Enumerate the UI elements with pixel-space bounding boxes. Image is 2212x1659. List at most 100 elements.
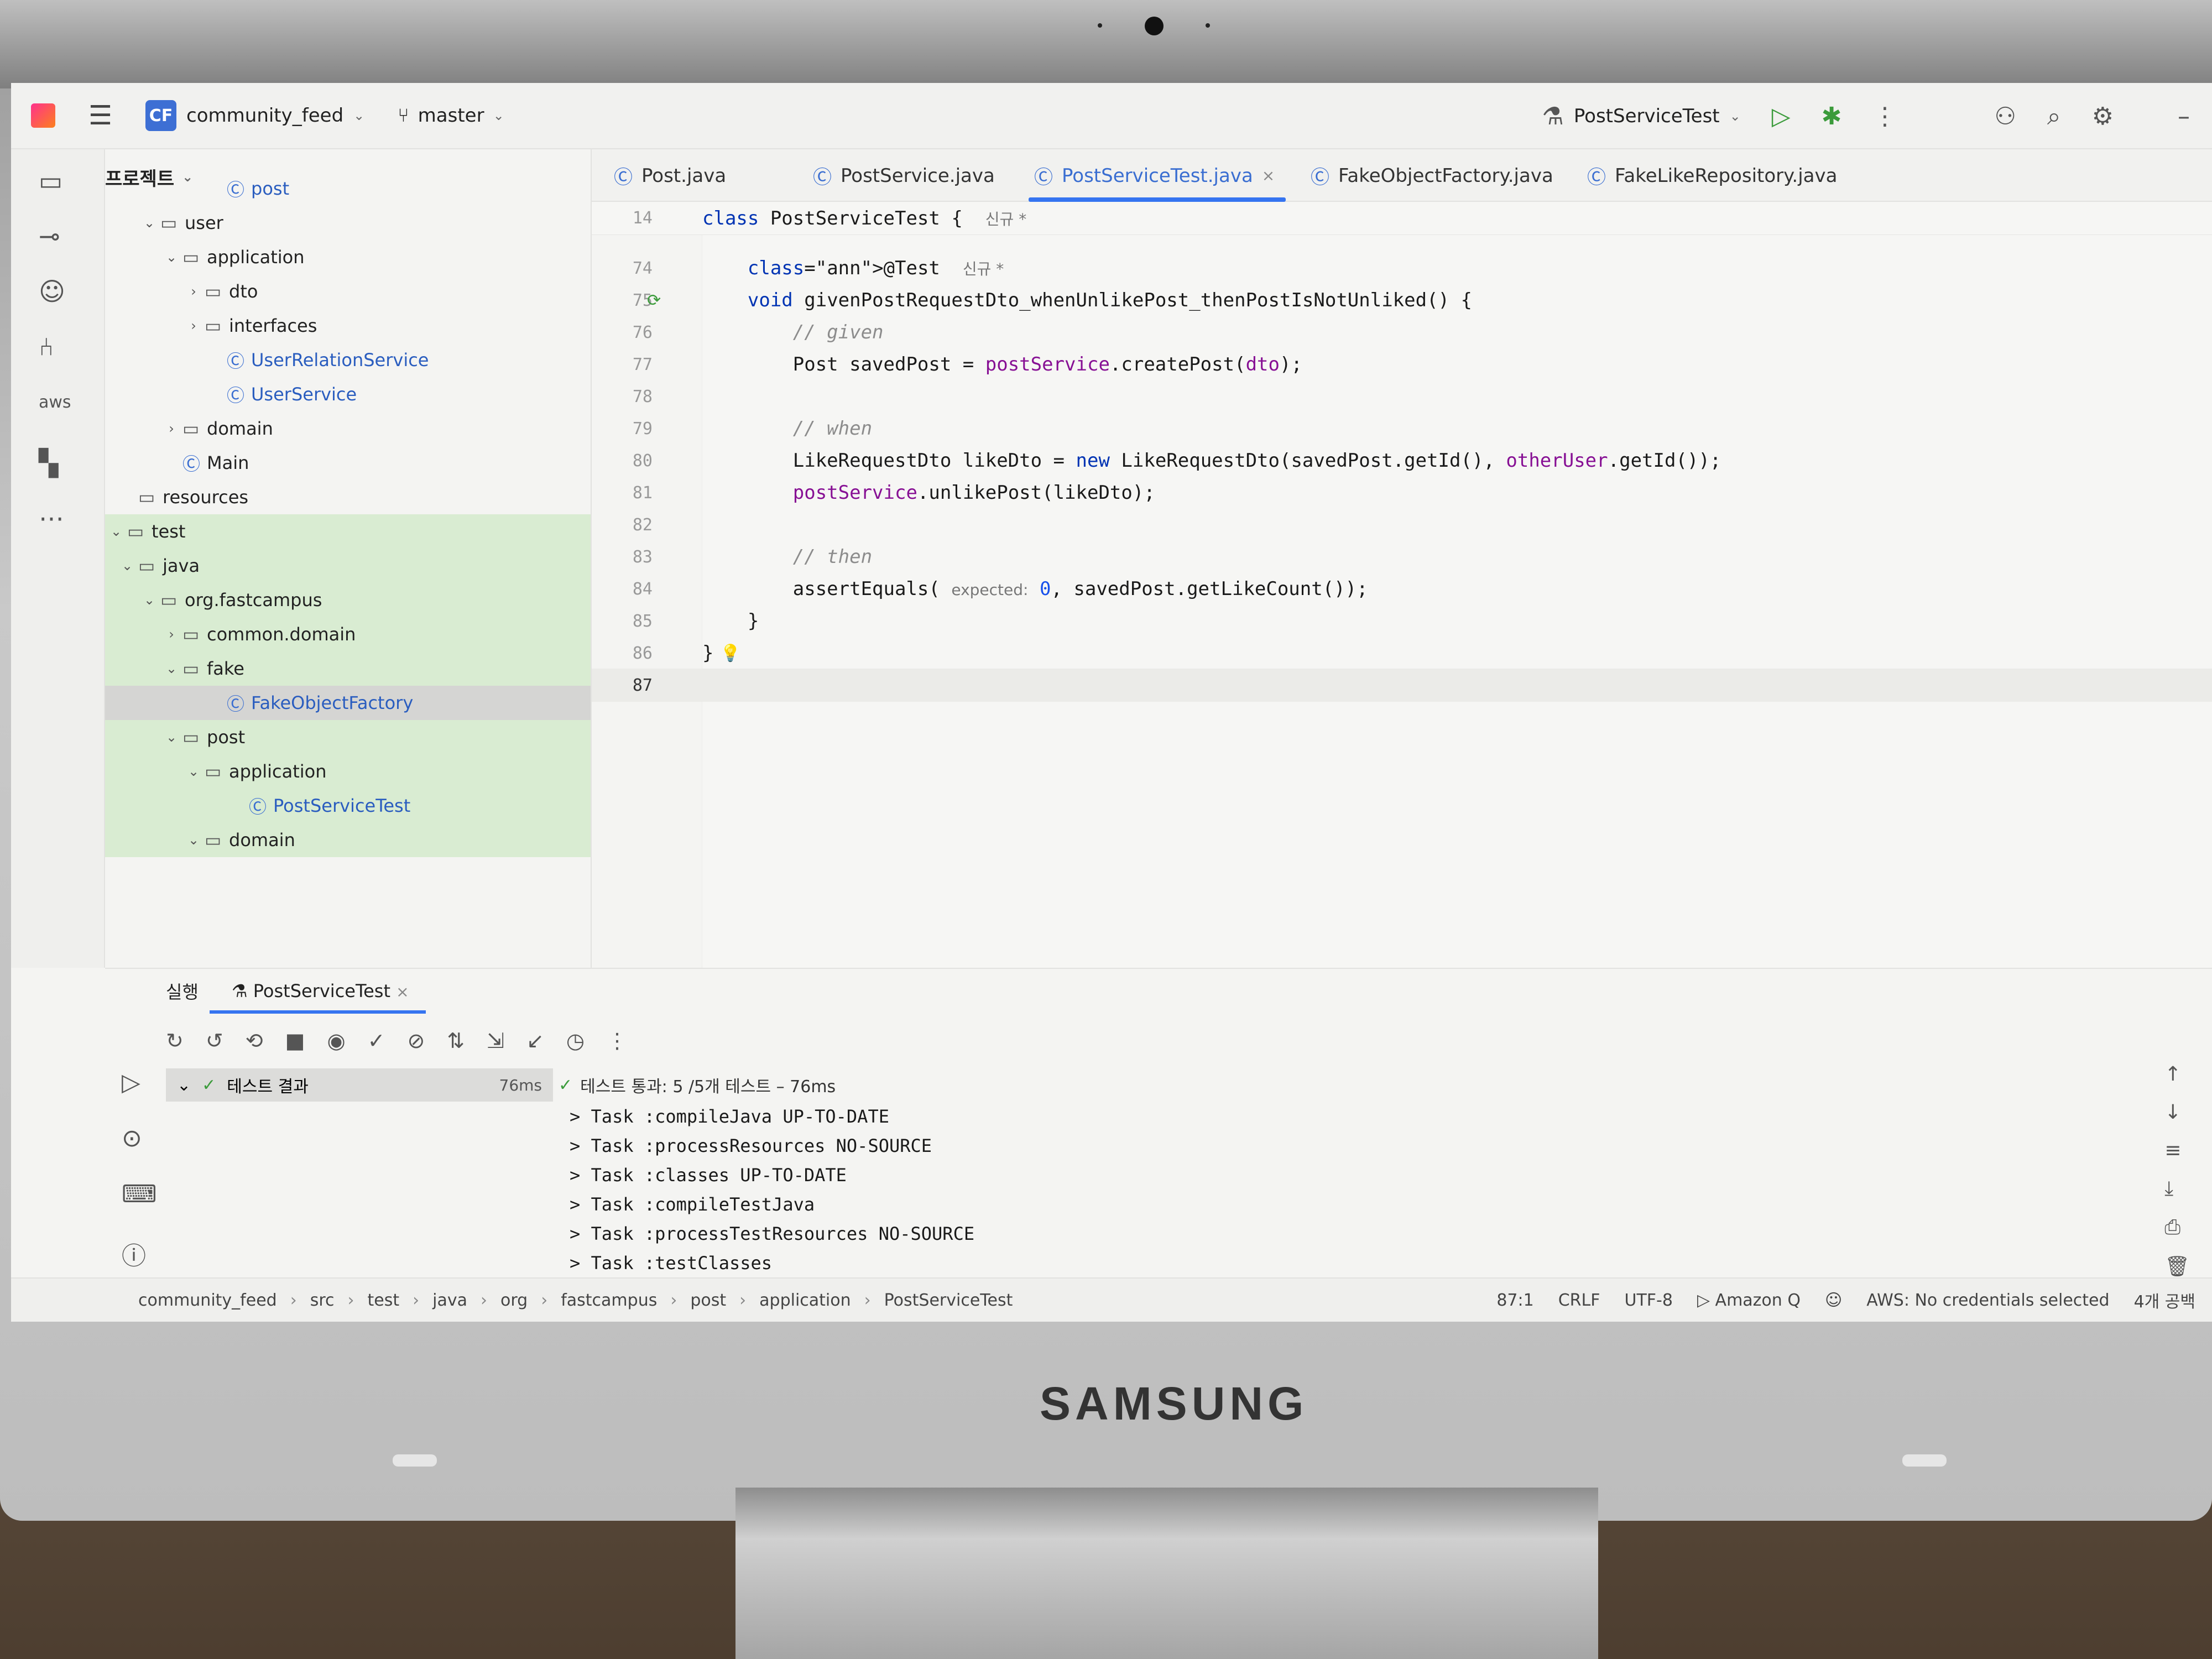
tab-run[interactable]: 실행 [166, 978, 199, 1004]
copilot-icon[interactable]: ☺ [39, 276, 65, 306]
soft-wrap-icon[interactable]: ≡ [2164, 1139, 2190, 1162]
code-line[interactable]: 77 Post savedPost = postService.createPo… [592, 348, 2212, 381]
chevron-down-icon[interactable]: ⌄ [160, 729, 182, 745]
breadcrumb-item[interactable]: community_feed [138, 1291, 277, 1310]
chevron-right-icon[interactable]: › [182, 284, 205, 299]
branch-switcher[interactable]: ⑂ master ⌄ [398, 105, 504, 127]
rerun-icon[interactable]: ↻ [166, 1029, 184, 1053]
run-test-gutter-icon[interactable]: ⟳ [647, 291, 661, 310]
amazon-q-widget[interactable]: ▷ Amazon Q [1697, 1291, 1801, 1310]
breadcrumb-item[interactable]: test [368, 1291, 400, 1310]
search-icon[interactable]: ⌕ [2047, 102, 2061, 131]
code-line[interactable]: 84 assertEquals( expected: 0, savedPost.… [592, 572, 2212, 606]
file-encoding[interactable]: UTF-8 [1624, 1291, 1672, 1310]
print-icon[interactable]: ⎙ [2164, 1216, 2190, 1239]
show-ignored-icon[interactable]: ⊘ [407, 1029, 425, 1053]
breadcrumb-item[interactable]: org [500, 1291, 528, 1310]
code-line[interactable]: 86} 💡 [592, 637, 2212, 670]
tree-item[interactable]: Ⓒ FakeObjectFactory [105, 686, 591, 720]
code-line[interactable]: 78 [592, 380, 2212, 413]
more-tools-icon[interactable]: ⋯ [39, 503, 64, 533]
close-icon[interactable]: × [1262, 166, 1275, 185]
tree-item[interactable]: › ▭ dto [105, 274, 591, 309]
tree-item[interactable]: ▭ resources [105, 480, 591, 514]
copilot-status-icon[interactable]: ☺ [1825, 1291, 1842, 1310]
breadcrumb-item[interactable]: src [310, 1291, 335, 1310]
tab-fakelikerepository-java[interactable]: Ⓒ FakeLikeRepository.java [1587, 149, 1837, 202]
run-icon[interactable]: ▷ [1772, 102, 1791, 131]
tree-item[interactable]: Ⓒ PostServiceTest [105, 789, 591, 823]
code-line[interactable]: 79 // when [592, 412, 2212, 445]
debug-icon[interactable]: ✱ [1822, 102, 1842, 131]
chevron-right-icon[interactable]: › [182, 318, 205, 333]
main-menu-icon[interactable]: ☰ [88, 100, 112, 131]
stop-icon[interactable]: ■ [285, 1029, 305, 1053]
indent-setting[interactable]: 4개 공백 [2134, 1288, 2195, 1312]
tab-run-config[interactable]: ⚗ PostServiceTest × [209, 980, 426, 1014]
run-icon[interactable]: ▷ [122, 1068, 160, 1097]
breadcrumb-item[interactable]: PostServiceTest [884, 1291, 1013, 1310]
project-switcher[interactable]: CF community_feed ⌄ [145, 100, 364, 131]
arrow-down-icon[interactable]: ↓ [2164, 1101, 2190, 1124]
import-tests-icon[interactable]: ⇲ [487, 1029, 504, 1053]
tree-item[interactable]: ⌄ ▭ post [105, 720, 591, 754]
tree-item[interactable]: ⌄ ▭ test [105, 514, 591, 549]
services-icon[interactable]: ⊙ [122, 1124, 160, 1152]
breadcrumb-item[interactable]: java [432, 1291, 467, 1310]
chevron-down-icon[interactable]: ⌄ [182, 764, 205, 779]
tree-item[interactable]: › ▭ domain [105, 411, 591, 446]
chevron-down-icon[interactable]: ⌄ [160, 249, 182, 265]
tree-item[interactable]: ⌄ ▭ java [105, 549, 591, 583]
code-line[interactable]: 82 [592, 508, 2212, 541]
code-line[interactable]: 87 [592, 669, 2212, 702]
folder-icon[interactable]: ▭ [39, 166, 62, 196]
chevron-down-icon[interactable]: ⌄ [182, 832, 205, 848]
chevron-down-icon[interactable]: ⌄ [160, 661, 182, 676]
eye-icon[interactable]: ◉ [327, 1029, 345, 1053]
code-line[interactable]: 85 } [592, 604, 2212, 638]
trash-icon[interactable]: 🗑 [2164, 1255, 2190, 1278]
sort-icon[interactable]: ⇅ [447, 1029, 465, 1053]
collapse-icon[interactable]: ↙ [526, 1029, 544, 1053]
breadcrumb-item[interactable]: post [690, 1291, 726, 1310]
tab-fakeobjectfactory-java[interactable]: Ⓒ FakeObjectFactory.java [1311, 149, 1553, 202]
tab-postservice-java[interactable]: Ⓒ PostService.java [813, 149, 995, 202]
tree-item[interactable]: Ⓒ UserRelationService [105, 343, 591, 377]
more-icon[interactable]: ⋮ [607, 1029, 628, 1053]
code-line[interactable]: 80 LikeRequestDto likeDto = new LikeRequ… [592, 444, 2212, 477]
chevron-down-icon[interactable]: ⌄ [138, 592, 160, 608]
close-icon[interactable]: × [396, 983, 409, 1001]
scroll-to-end-icon[interactable]: ⤓ [2164, 1177, 2190, 1201]
breadcrumb-item[interactable]: fastcampus [561, 1291, 657, 1310]
aws-status[interactable]: AWS: No credentials selected [1866, 1291, 2109, 1310]
toggle-auto-test-icon[interactable]: ⟲ [246, 1029, 263, 1053]
tree-item[interactable]: › ▭ common.domain [105, 617, 591, 651]
minimize-icon[interactable]: – [2178, 102, 2190, 131]
tree-item[interactable]: ⌄ ▭ application [105, 754, 591, 789]
tree-item[interactable]: Ⓒ Main [105, 446, 591, 480]
chevron-down-icon[interactable]: ⌄ [138, 215, 160, 231]
tab-postservicetest-java[interactable]: Ⓒ PostServiceTest.java × [1028, 149, 1286, 202]
show-passed-icon[interactable]: ✓ [368, 1029, 385, 1053]
caret-position[interactable]: 87:1 [1496, 1291, 1533, 1310]
tree-item[interactable]: Ⓒ UserService [105, 377, 591, 411]
lightbulb-icon[interactable]: 💡 [720, 644, 740, 663]
tree-item[interactable]: › ▭ interfaces [105, 309, 591, 343]
line-separator[interactable]: CRLF [1558, 1291, 1600, 1310]
gear-icon[interactable]: ⚙ [2092, 102, 2114, 131]
tree-item[interactable]: ⌄ ▭ application [105, 240, 591, 274]
add-user-icon[interactable]: ⚇ [1994, 102, 2016, 131]
code-line[interactable]: 75 void givenPostRequestDto_whenUnlikePo… [592, 284, 2212, 317]
run-config-selector[interactable]: ⚗ PostServiceTest ⌄ [1542, 102, 1740, 131]
arrow-up-icon[interactable]: ↑ [2164, 1063, 2190, 1086]
tree-item[interactable]: ⌄ ▭ domain [105, 823, 591, 857]
terminal-icon[interactable]: ⌨ [122, 1180, 160, 1208]
chevron-right-icon[interactable]: › [160, 627, 182, 642]
code-line[interactable]: 76 // given [592, 316, 2212, 349]
chevron-right-icon[interactable]: › [160, 421, 182, 436]
test-results-root[interactable]: ⌄ ✓ 테스트 결과 76ms [166, 1068, 553, 1102]
breadcrumb-item[interactable]: application [759, 1291, 851, 1310]
tree-item[interactable]: ⌄ ▭ fake [105, 651, 591, 686]
history-icon[interactable]: ◷ [566, 1029, 585, 1053]
code-line[interactable]: 83 // then [592, 540, 2212, 573]
